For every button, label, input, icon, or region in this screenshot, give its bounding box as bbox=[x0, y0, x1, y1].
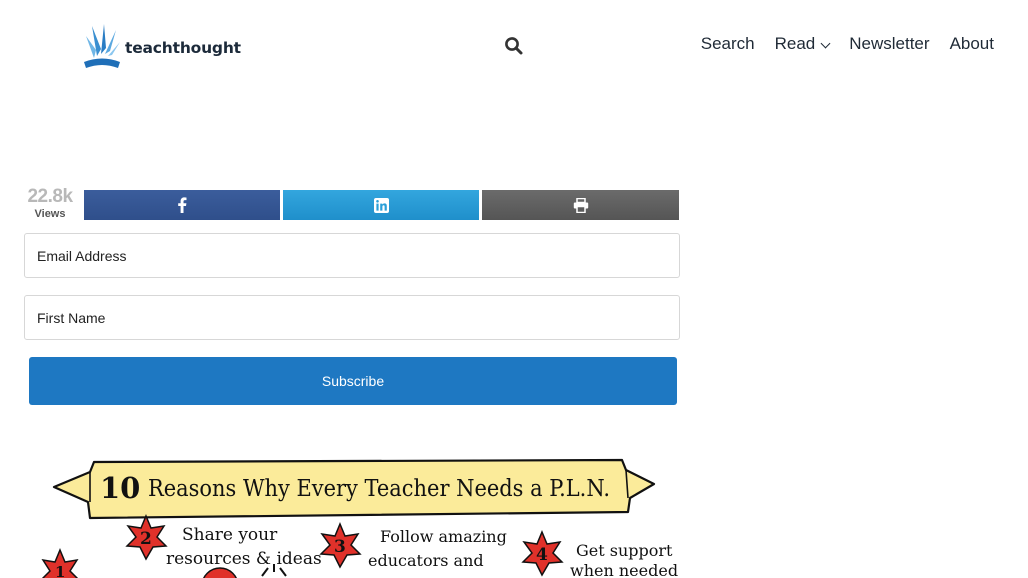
subscribe-label: Subscribe bbox=[321, 373, 385, 389]
item-2-line-2: resources & ideas bbox=[166, 549, 322, 569]
views-count: 22.8k bbox=[27, 186, 73, 207]
infographic-image: 10 Reasons Why Every Teacher Needs a P.L… bbox=[24, 440, 686, 578]
nav-newsletter[interactable]: Newsletter bbox=[849, 34, 929, 54]
email-field[interactable]: Email Address bbox=[24, 233, 680, 278]
print-icon bbox=[573, 197, 588, 213]
share-print-button[interactable] bbox=[482, 190, 679, 220]
share-linkedin-button[interactable] bbox=[283, 190, 479, 220]
first-name-field[interactable]: First Name bbox=[24, 295, 680, 340]
main-nav: Search Read Newsletter About bbox=[681, 34, 994, 54]
item-3-line-2: educators and bbox=[368, 551, 484, 570]
nav-newsletter-label: Newsletter bbox=[849, 34, 930, 53]
item-4-line-2: when needed bbox=[570, 561, 678, 578]
item-2-line-1: Share your bbox=[182, 525, 278, 545]
email-placeholder: Email Address bbox=[37, 247, 127, 264]
nav-search[interactable]: Search bbox=[701, 34, 755, 54]
views-counter: 22.8k Views bbox=[24, 186, 76, 220]
linkedin-icon bbox=[373, 197, 389, 213]
brand-name: teachthought bbox=[125, 39, 241, 57]
banner-title: Reasons Why Every Teacher Needs a P.L.N. bbox=[148, 476, 610, 502]
logo-icon bbox=[84, 24, 120, 68]
views-label: Views bbox=[34, 208, 66, 220]
item-3-line-1: Follow amazing bbox=[380, 527, 507, 546]
star-3-number: 3 bbox=[334, 537, 346, 557]
chevron-down-icon bbox=[820, 38, 831, 48]
banner-number: 10 bbox=[100, 471, 140, 505]
nav-about[interactable]: About bbox=[950, 34, 994, 54]
star-1-number: 1 bbox=[55, 563, 65, 578]
first-name-placeholder: First Name bbox=[37, 309, 106, 326]
star-2-number: 2 bbox=[140, 529, 152, 549]
facebook-icon bbox=[178, 197, 187, 213]
doodle-circle bbox=[203, 567, 237, 578]
nav-read[interactable]: Read bbox=[774, 34, 831, 54]
nav-read-label: Read bbox=[774, 34, 816, 53]
star-4-number: 4 bbox=[536, 545, 548, 565]
nav-about-label: About bbox=[949, 34, 994, 53]
share-facebook-button[interactable] bbox=[84, 190, 280, 220]
subscribe-button[interactable]: Subscribe bbox=[29, 357, 677, 405]
nav-search-label: Search bbox=[700, 34, 755, 53]
site-logo[interactable]: teachthought bbox=[82, 22, 241, 70]
item-4-line-1: Get support bbox=[576, 541, 673, 560]
header-search-icon[interactable] bbox=[504, 36, 524, 56]
